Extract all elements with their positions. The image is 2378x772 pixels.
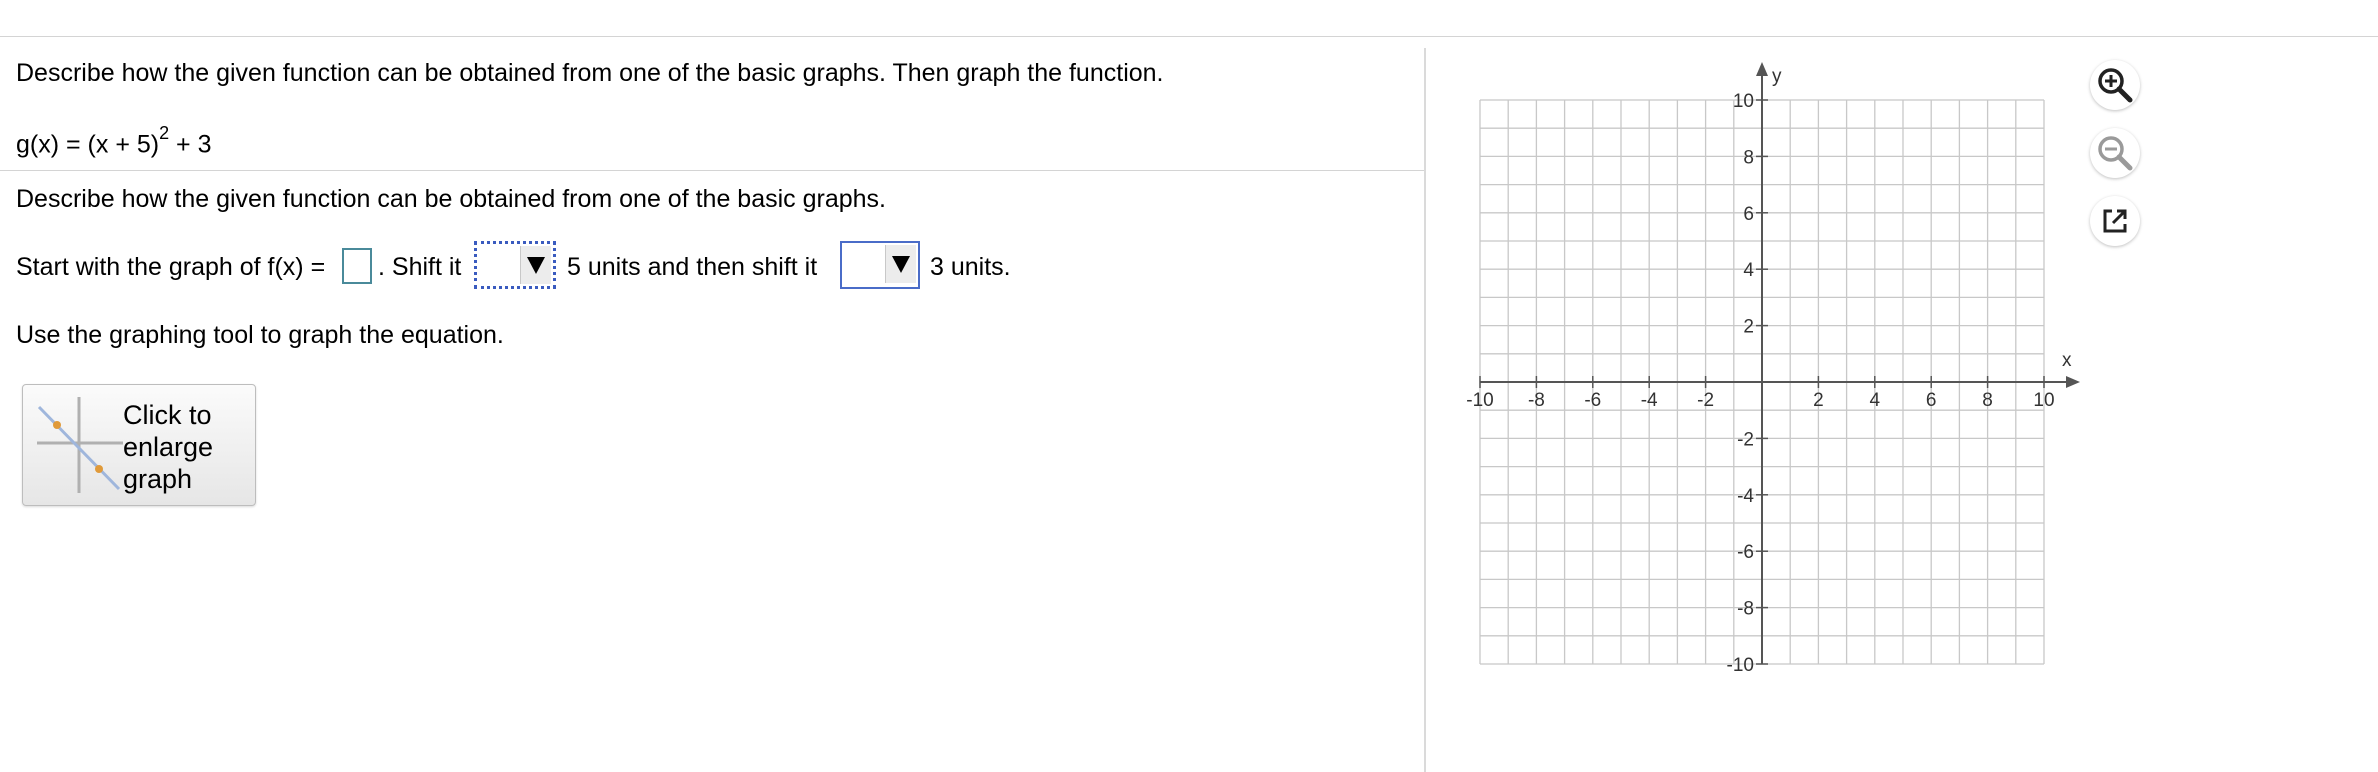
y-tick-label: -10 <box>1727 655 1754 676</box>
y-tick-label: -4 <box>1737 486 1754 507</box>
x-tick-label: -6 <box>1584 390 1601 411</box>
function-exponent: 2 <box>159 123 170 143</box>
y-tick-label: -6 <box>1737 542 1754 563</box>
y-tick-label: 4 <box>1743 260 1754 281</box>
top-divider <box>0 36 2378 37</box>
x-tick-label: 2 <box>1813 390 1824 411</box>
y-tick-label: 10 <box>1733 91 1754 112</box>
dropdown2-arrow-icon[interactable] <box>885 245 916 283</box>
x-tick-label: -2 <box>1697 390 1714 411</box>
graphing-instruction: Use the graphing tool to graph the equat… <box>16 321 504 349</box>
enlarge-graph-button[interactable]: Click to enlarge graph <box>22 384 256 506</box>
zoom-out-icon <box>2098 136 2133 171</box>
popout-button[interactable] <box>2090 196 2140 246</box>
graph-axes <box>1480 62 2080 664</box>
external-link-icon <box>2103 209 2127 233</box>
zoom-in-button[interactable] <box>2090 60 2140 110</box>
y-tick-label: -2 <box>1737 429 1754 450</box>
shift-text: . Shift it <box>378 253 462 281</box>
x-tick-label: 8 <box>1982 390 1993 411</box>
y-tick-label: -8 <box>1737 599 1754 620</box>
x-axis-arrow <box>2066 376 2080 388</box>
x-tick-label: -4 <box>1641 390 1658 411</box>
y-tick-label: 6 <box>1743 204 1754 225</box>
x-axis-label: x <box>2062 350 2072 371</box>
x-tick-label: 10 <box>2033 390 2054 411</box>
zoom-out-button[interactable] <box>2090 128 2140 178</box>
x-tick-label: -8 <box>1528 390 1545 411</box>
panel-divider <box>1424 48 1426 772</box>
function-suffix: + 3 <box>169 130 212 159</box>
y-tick-label: 8 <box>1743 147 1754 168</box>
y-tick-label: 2 <box>1743 317 1754 338</box>
mid-text: 5 units and then shift it <box>567 253 818 281</box>
function-prefix: g(x) = (x + 5) <box>16 130 160 159</box>
end-text: 3 units. <box>930 253 1011 281</box>
section-divider <box>0 170 1424 171</box>
x-tick-label: 4 <box>1870 390 1881 411</box>
graph-ticks: -10 -8 -6 -4 -2 2 4 6 8 10 10 8 6 4 2 -2 -4 -6 -8 -10 <box>1466 91 2054 676</box>
zoom-in-icon <box>2098 68 2133 103</box>
dropdown1-arrow-icon[interactable] <box>520 246 551 284</box>
question-instruction: Describe how the given function can be o… <box>16 59 1164 87</box>
vertical-direction-dropdown[interactable] <box>840 241 920 289</box>
function-answer-input[interactable] <box>342 248 372 284</box>
function-expression: g(x) = (x + 5)2 + 3 <box>16 122 212 159</box>
y-axis-label: y <box>1772 66 1782 87</box>
coordinate-graph[interactable]: -10 -8 -6 -4 -2 2 4 6 8 10 10 8 6 4 2 -2 -4 -6 -8 -10 x y <box>1460 55 2080 685</box>
x-tick-label: -10 <box>1466 390 1493 411</box>
part-instruction: Describe how the given function can be o… <box>16 185 886 213</box>
enlarge-graph-label: Click to enlarge graph <box>123 400 214 494</box>
y-axis-arrow <box>1756 62 1768 76</box>
x-tick-label: 6 <box>1926 390 1937 411</box>
horizontal-direction-dropdown[interactable] <box>474 241 556 289</box>
graph-thumbnail-icon <box>37 397 123 493</box>
start-text: Start with the graph of f(x) = <box>16 253 326 281</box>
